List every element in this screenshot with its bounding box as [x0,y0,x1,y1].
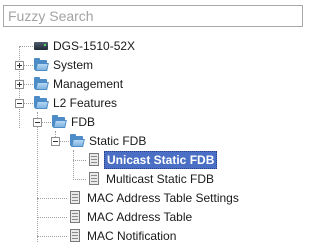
switch-device-icon [33,39,49,53]
tree-line [23,103,33,104]
document-icon [67,229,83,243]
tree-line [73,160,86,161]
tree-line [73,179,86,180]
search-input[interactable] [3,5,303,27]
tree-line [23,65,33,66]
document-icon [67,191,83,205]
tree-line [59,141,69,142]
tree-line [41,122,51,123]
tree-node-multicast-static-fdb[interactable]: Multicast Static FDB [86,170,216,188]
tree-node-label: Unicast Static FDB [104,151,218,169]
document-icon [86,172,102,186]
tree-node-management[interactable]: Management [33,75,125,93]
tree-node-label: Management [53,77,124,91]
tree-node-fdb[interactable]: FDB [51,113,97,131]
collapse-l2-features-toggle[interactable] [15,99,24,108]
tree-node-label: FDB [71,115,95,129]
tree-node-label: System [53,58,94,72]
tree-line [37,217,67,218]
tree-node-label: MAC Notification [87,229,177,243]
tree-node-mac-address-table-settings[interactable]: MAC Address Table Settings [67,189,241,207]
tree-line [19,46,33,47]
tree-node-l2-features[interactable]: L2 Features [33,94,119,112]
tree-line [73,150,74,180]
collapse-static-fdb-toggle[interactable] [51,137,60,146]
tree-node-mac-address-table[interactable]: MAC Address Table [67,208,194,226]
tree-node-label: Static FDB [89,134,147,148]
expand-system-toggle[interactable] [15,61,24,70]
tree-node-static-fdb[interactable]: Static FDB [69,132,148,150]
tree-line [37,198,67,199]
tree-node-label: L2 Features [53,96,118,110]
tree-line [37,112,38,242]
folder-icon [33,77,49,91]
tree-line [23,84,33,85]
expand-management-toggle[interactable] [15,80,24,89]
document-icon [67,210,83,224]
tree-node-mac-notification[interactable]: MAC Notification [67,227,178,245]
tree-node-label: Multicast Static FDB [106,172,215,186]
tree-node-unicast-static-fdb[interactable]: Unicast Static FDB [86,151,218,169]
folder-icon [33,58,49,72]
folder-open-icon [33,96,49,110]
tree-line [37,236,67,237]
document-icon [86,153,102,167]
tree-node-root[interactable]: DGS-1510-52X [33,37,137,55]
folder-open-icon [51,115,67,129]
collapse-fdb-toggle[interactable] [33,118,42,127]
tree-node-system[interactable]: System [33,56,95,74]
tree-node-label: MAC Address Table [87,210,193,224]
folder-open-icon [69,134,85,148]
tree-node-label: MAC Address Table Settings [87,191,239,205]
tree-node-label: DGS-1510-52X [53,39,136,53]
